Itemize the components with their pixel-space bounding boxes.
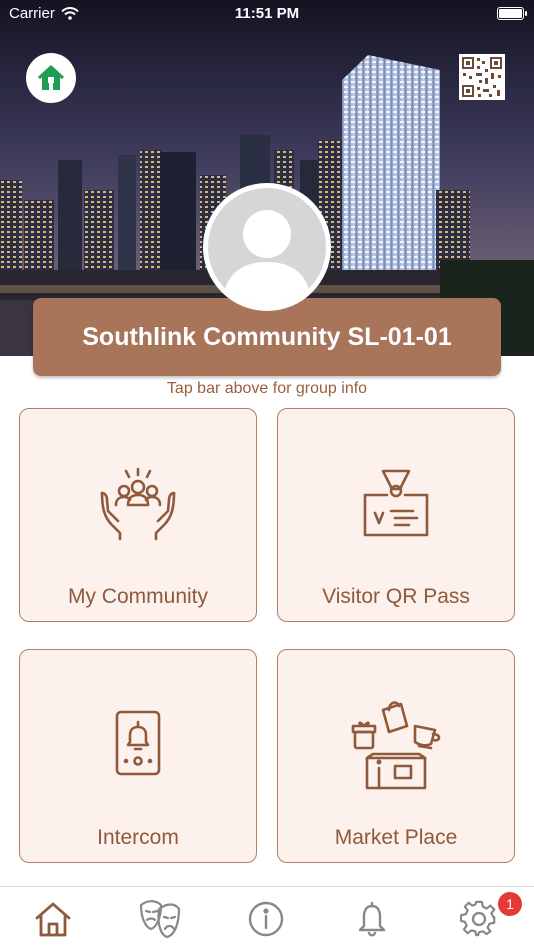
- home-community-button[interactable]: [26, 53, 76, 103]
- intercom-icon: [115, 710, 161, 776]
- tab-home[interactable]: [28, 897, 78, 941]
- marketplace-icon: [351, 701, 441, 790]
- battery-icon: [497, 7, 527, 20]
- visitor-qr-pass-tile[interactable]: Visitor QR Pass: [277, 408, 515, 622]
- intercom-label: Intercom: [97, 826, 179, 849]
- my-community-label: My Community: [67, 585, 209, 608]
- market-place-tile[interactable]: Market Place: [277, 649, 515, 863]
- notification-count-badge: 1: [498, 892, 522, 916]
- bell-icon: [358, 901, 386, 937]
- settings-icon: [460, 900, 496, 937]
- home-icon: [37, 65, 65, 90]
- info-icon: [248, 901, 284, 937]
- group-title: Southlink Community SL-01-01: [82, 322, 452, 351]
- my-community-tile[interactable]: My Community: [19, 408, 257, 622]
- home-icon: [35, 902, 71, 937]
- status-bar: Carrier 11:51 PM: [0, 0, 534, 28]
- tab-masks[interactable]: [135, 897, 185, 941]
- user-silhouette-icon: [222, 210, 312, 306]
- qr-code-icon: [461, 56, 503, 98]
- tab-bar: [0, 886, 534, 950]
- qr-code-button[interactable]: [459, 54, 505, 100]
- group-info-hint: Tap bar above for group info: [166, 380, 368, 397]
- community-hands-icon: [100, 467, 176, 541]
- tab-settings[interactable]: [454, 897, 504, 941]
- tab-info[interactable]: [241, 897, 291, 941]
- visitor-badge-icon: [363, 469, 429, 537]
- visitor-qr-pass-label: Visitor QR Pass: [322, 585, 470, 608]
- profile-avatar[interactable]: [203, 183, 331, 311]
- market-place-label: Market Place: [334, 826, 458, 849]
- tab-notifications[interactable]: [347, 897, 397, 941]
- intercom-tile[interactable]: Intercom: [19, 649, 257, 863]
- masks-icon: [139, 900, 181, 939]
- status-time: 11:51 PM: [234, 5, 300, 22]
